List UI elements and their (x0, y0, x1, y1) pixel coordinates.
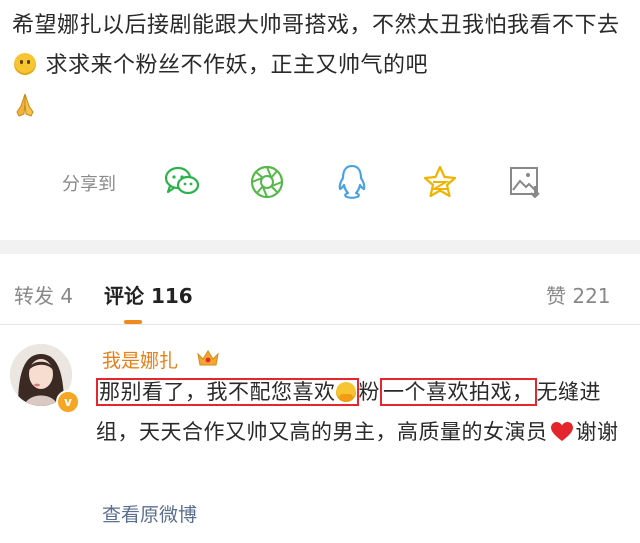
post-text: 希望娜扎以后接剧能跟大帅哥搭戏，不然太丑我怕我看不下去 求求来个粉丝不作妖，正主… (12, 6, 632, 132)
save-image-icon[interactable] (505, 162, 545, 202)
tab-likes[interactable]: 赞 221 (546, 280, 611, 309)
comment-highlight-1: 那别看了，我不配您喜欢 (99, 380, 336, 404)
qq-icon[interactable] (332, 162, 372, 202)
share-label: 分享到 (62, 174, 116, 195)
tabs-border (0, 324, 640, 325)
section-divider (0, 240, 640, 254)
post-text-part2: 求求来个粉丝不作妖，正主又帅气的吧 (45, 53, 429, 78)
tab-repost-count: 4 (60, 284, 74, 308)
wechat-icon[interactable] (162, 162, 202, 202)
crown-icon (196, 348, 220, 372)
tab-comments[interactable]: 评论 116 (104, 280, 193, 309)
tab-comments-count: 116 (150, 284, 193, 308)
comment-body: 那别看了，我不配您喜欢粉一个喜欢拍戏， 无缝进组，天天合作又帅又高的男主，高质量的… (96, 372, 626, 456)
comment-item: v 我是娜扎 那别看了，我不配您喜欢粉一个喜欢拍戏， 无缝进组，天天合作又帅又高的… (0, 330, 640, 543)
comment-after-hug: 粉 (358, 380, 380, 404)
post-text-part1: 希望娜扎以后接剧能跟大帅哥搭戏，不然太丑我怕我看不下去 (12, 13, 620, 38)
comment-username[interactable]: 我是娜扎 (102, 346, 178, 373)
moments-icon[interactable] (247, 162, 287, 202)
tabs-row: 转发 4 评论 116 赞 221 (0, 268, 640, 324)
tab-likes-label: 赞 (546, 284, 566, 308)
hug-emoji-icon (335, 382, 356, 402)
tab-comments-label: 评论 (104, 284, 144, 308)
tab-repost[interactable]: 转发 4 (14, 280, 73, 309)
comment-highlight-2: 一个喜欢拍戏， (383, 380, 534, 404)
highlight-box-1: 那别看了，我不配您喜欢 (96, 378, 359, 406)
verified-badge-icon: v (56, 390, 80, 414)
heart-icon (550, 416, 574, 456)
highlight-box-2: 一个喜欢拍戏， (380, 378, 537, 406)
smile-emoji-icon (14, 53, 36, 75)
qzone-icon[interactable] (420, 162, 460, 202)
share-row: 分享到 (0, 150, 640, 214)
tab-likes-count: 221 (572, 284, 611, 308)
tab-repost-label: 转发 (14, 284, 54, 308)
pray-emoji-icon (12, 92, 38, 132)
comment-thanks: 谢谢 (575, 420, 619, 444)
view-original-link[interactable]: 查看原微博 (102, 500, 197, 527)
